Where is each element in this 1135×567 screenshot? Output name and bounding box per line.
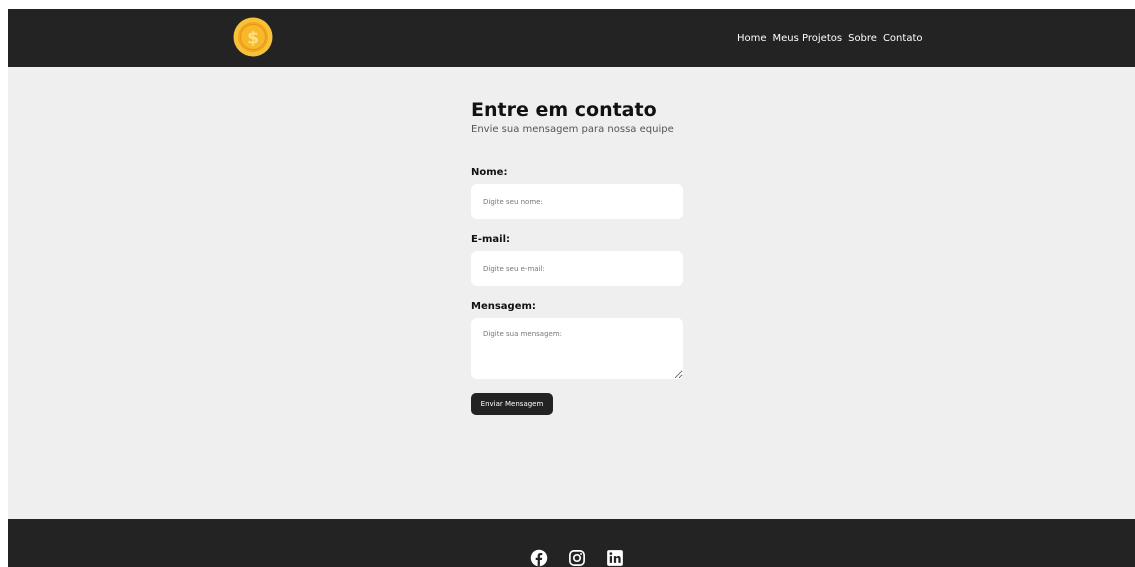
nav-contato[interactable]: Contato (883, 33, 923, 44)
contact-section: Entre em contato Envie sua mensagem para… (471, 99, 691, 415)
send-message-button[interactable]: Enviar Mensagem (471, 393, 553, 415)
svg-text:$: $ (247, 29, 259, 49)
email-input[interactable] (471, 251, 683, 286)
name-input[interactable] (471, 184, 683, 219)
main-nav: Home Meus Projetos Sobre Contato (737, 9, 922, 67)
nav-meus-projetos[interactable]: Meus Projetos (773, 33, 843, 44)
nav-sobre[interactable]: Sobre (848, 33, 877, 44)
instagram-icon[interactable] (568, 549, 586, 567)
message-label: Mensagem: (471, 301, 536, 312)
email-label: E-mail: (471, 234, 511, 245)
page-subtitle: Envie sua mensagem para nossa equipe (471, 124, 674, 135)
header: $ Home Meus Projetos Sobre Contato (8, 9, 1135, 67)
nav-home[interactable]: Home (737, 33, 767, 44)
facebook-icon[interactable] (530, 549, 548, 567)
footer (8, 519, 1135, 567)
message-textarea[interactable] (471, 318, 683, 379)
coin-dollar-icon[interactable]: $ (233, 17, 273, 57)
linkedin-icon[interactable] (606, 549, 624, 567)
name-label: Nome: (471, 167, 508, 178)
page: $ Home Meus Projetos Sobre Contato Entre… (8, 9, 1135, 567)
page-title: Entre em contato (471, 99, 657, 121)
